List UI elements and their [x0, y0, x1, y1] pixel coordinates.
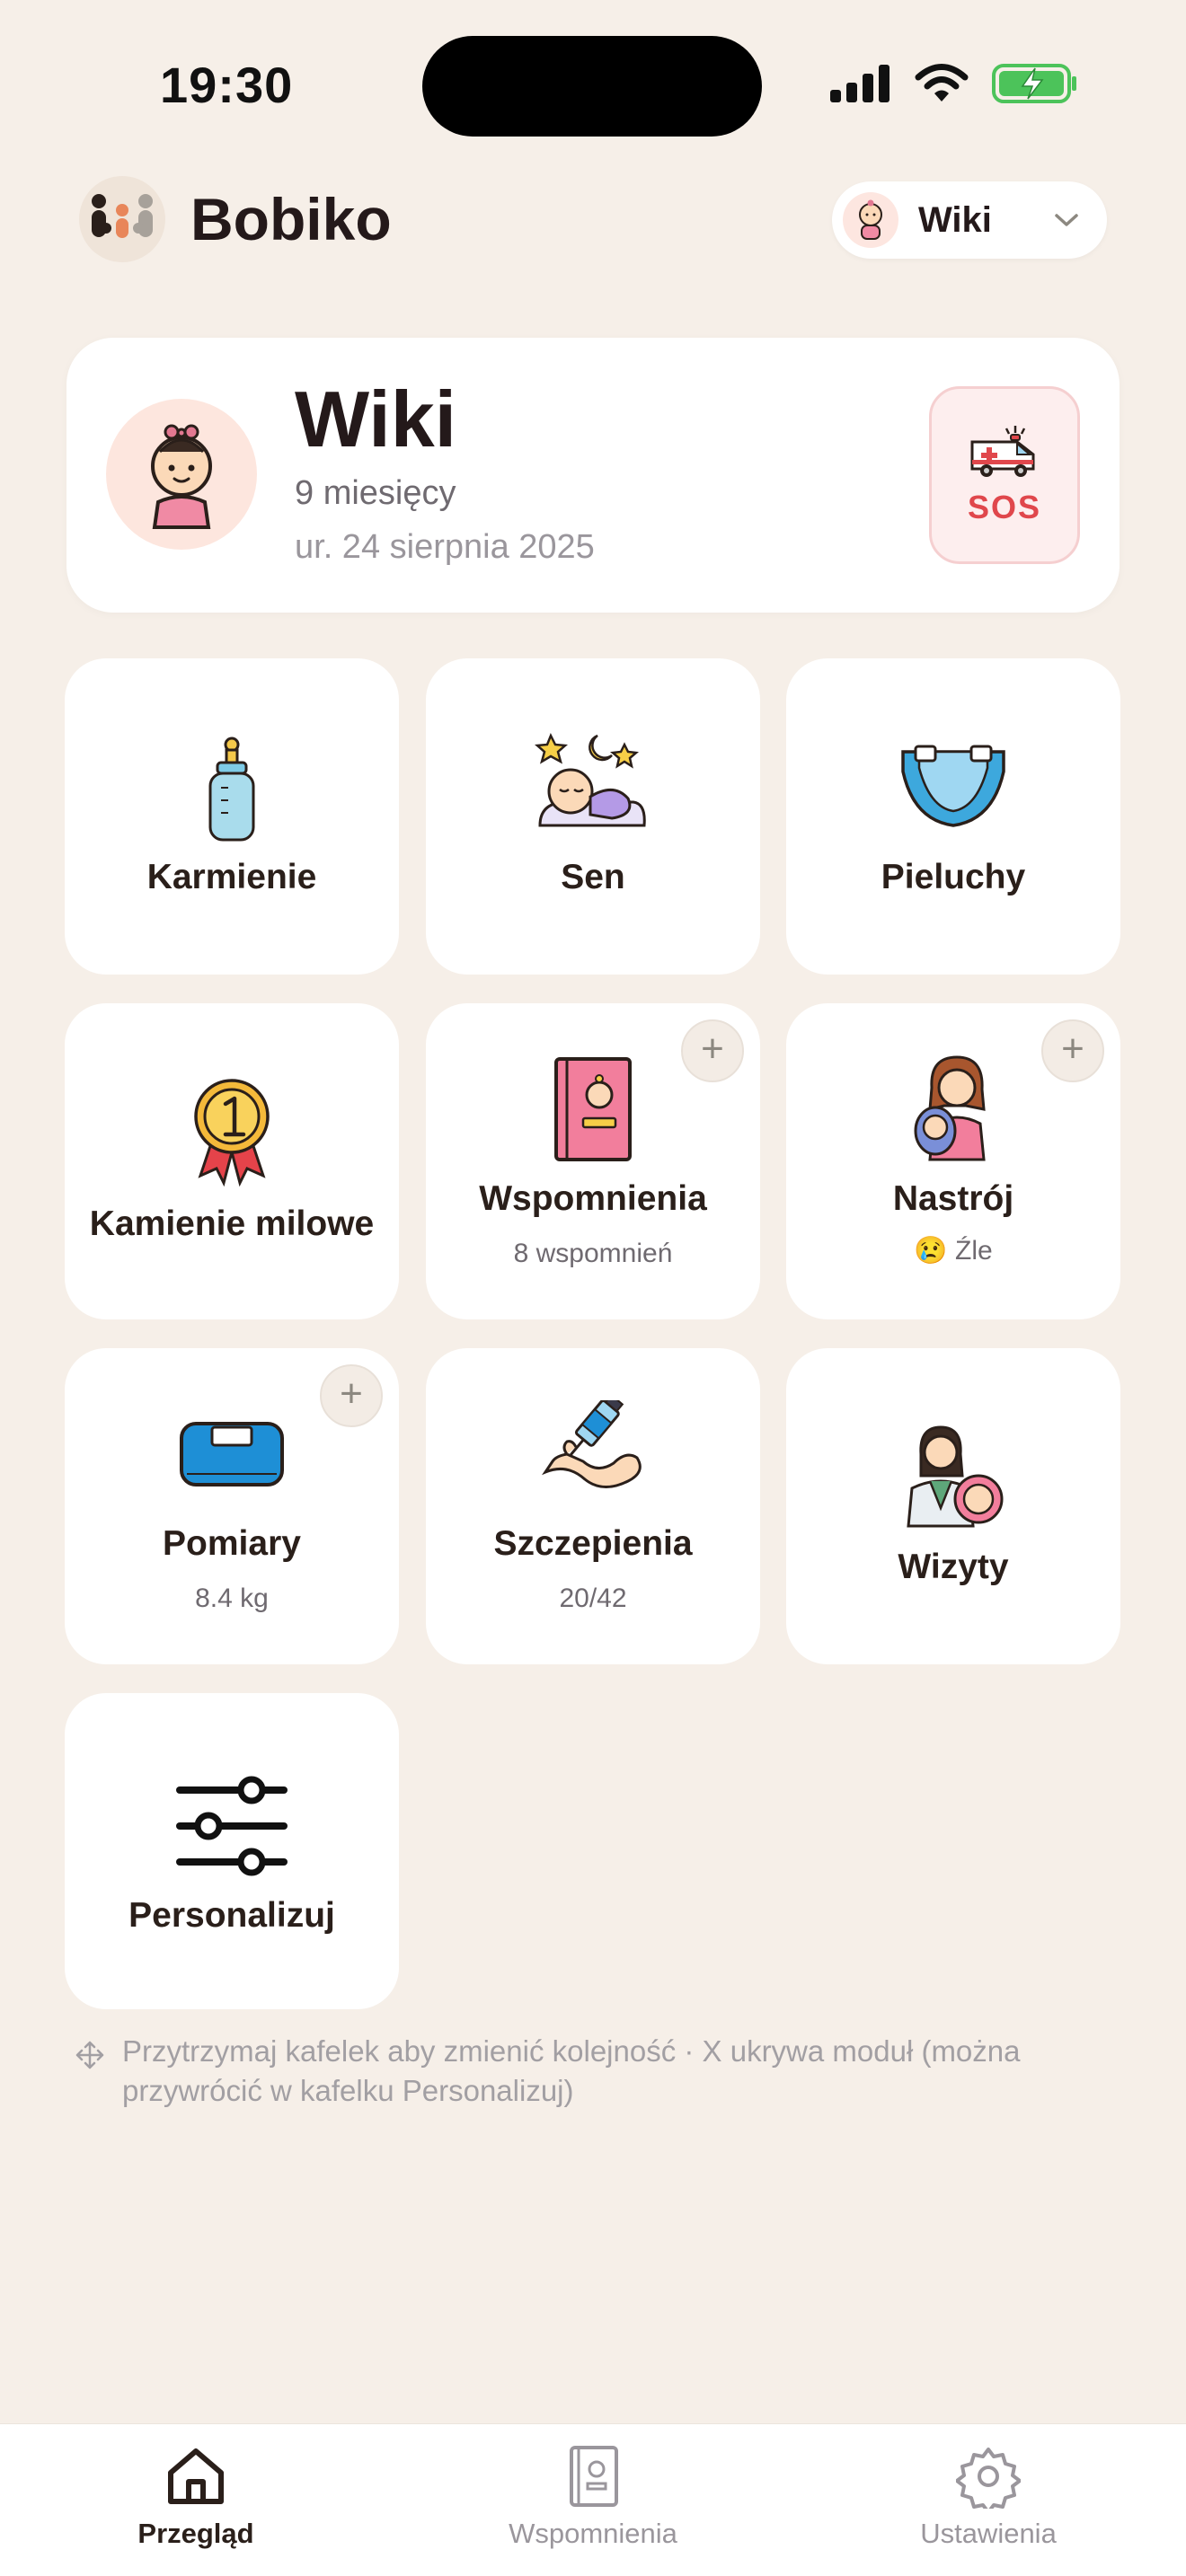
tile-subtitle: 8 wspomnień — [513, 1239, 673, 1268]
tile-title: Pieluchy — [881, 858, 1026, 896]
sliders-icon — [176, 1776, 288, 1876]
diaper-icon — [901, 745, 1005, 827]
tab-wspomnienia[interactable]: Wspomnienia — [467, 2444, 719, 2550]
status-time: 19:30 — [160, 57, 294, 113]
tile-pieluchy[interactable]: Pieluchy — [786, 658, 1120, 975]
app-header: Bobiko Wiki — [79, 171, 1107, 269]
tab-ustawienia[interactable]: Ustawienia — [863, 2444, 1114, 2550]
dynamic-island — [422, 36, 762, 137]
tile-title: Sen — [561, 858, 625, 896]
gear-icon — [956, 2448, 1021, 2509]
tile-kamienie-milowe[interactable]: Kamienie milowe — [65, 1003, 399, 1319]
bobiko-logo-icon — [79, 176, 165, 262]
sos-button[interactable]: SOS — [929, 386, 1080, 564]
child-age: 9 miesięcy — [295, 474, 456, 512]
tile-title: Nastrój — [892, 1179, 1014, 1218]
tile-title: Kamienie milowe — [89, 1204, 375, 1243]
tile-title: Szczepienia — [493, 1524, 693, 1563]
tab-przeglad[interactable]: Przegląd — [70, 2444, 322, 2550]
ambulance-icon — [970, 426, 1035, 477]
tile-wizyty[interactable]: Wizyty — [786, 1348, 1120, 1664]
tile-subtitle: 8.4 kg — [195, 1584, 269, 1613]
tile-title: Karmienie — [146, 858, 317, 896]
medal-icon — [194, 1079, 270, 1187]
tile-subtitle: 😢 Źle — [914, 1236, 993, 1266]
home-icon — [168, 2448, 224, 2504]
child-birth-date: ur. 24 sierpnia 2025 — [295, 528, 595, 566]
tile-wspomnienia[interactable]: + Wspomnienia 8 wspomnień — [426, 1003, 760, 1319]
chevron-down-icon — [1055, 214, 1078, 226]
tab-label: Ustawienia — [920, 2518, 1057, 2549]
child-name: Wiki — [295, 375, 457, 463]
baby-avatar-icon — [106, 399, 257, 550]
status-icons — [830, 63, 1078, 104]
tab-label: Przegląd — [137, 2518, 254, 2549]
child-selector-name: Wiki — [918, 199, 992, 240]
tile-title: Personalizuj — [128, 1896, 335, 1935]
tile-karmienie[interactable]: Karmienie — [65, 658, 399, 975]
vaccine-icon — [542, 1400, 642, 1488]
sleeping-baby-icon — [535, 732, 646, 827]
hint-text: Przytrzymaj kafelek aby zmienić kolejnoś… — [122, 2034, 1021, 2107]
tile-title: Pomiary — [163, 1524, 301, 1563]
battery-charging-icon — [992, 64, 1076, 103]
tab-bar: Przegląd Wspomnienia Ustawienia — [0, 2423, 1186, 2576]
app-brand-title: Bobiko — [190, 186, 392, 252]
child-profile-card[interactable]: Wiki 9 miesięcy ur. 24 sierpnia 2025 SOS — [66, 338, 1120, 613]
baby-bottle-icon — [208, 737, 255, 842]
sos-label: SOS — [967, 489, 1042, 525]
plus-icon: + — [340, 1372, 363, 1416]
tile-title: Wizyty — [898, 1548, 1009, 1586]
tab-label: Wspomnienia — [509, 2518, 677, 2549]
memory-book-icon — [554, 1057, 632, 1161]
tile-title: Wspomnienia — [479, 1179, 707, 1218]
cellular-signal-icon — [830, 65, 890, 102]
status-bar: 19:30 — [0, 0, 1186, 153]
scale-icon — [180, 1422, 284, 1486]
doctor-icon — [907, 1425, 1004, 1528]
wifi-icon — [915, 64, 969, 101]
tile-szczepienia[interactable]: Szczepienia 20/42 — [426, 1348, 760, 1664]
tile-pomiary[interactable]: + Pomiary 8.4 kg — [65, 1348, 399, 1664]
child-selector-dropdown[interactable]: Wiki — [832, 181, 1107, 259]
move-icon — [75, 2041, 104, 2069]
child-avatar-icon — [843, 192, 898, 248]
tile-subtitle: 20/42 — [559, 1584, 627, 1613]
mother-baby-icon — [914, 1055, 986, 1161]
tile-sen[interactable]: Sen — [426, 658, 760, 975]
tile-nastroj[interactable]: + Nastrój 😢 Źle — [786, 1003, 1120, 1319]
tile-personalizuj[interactable]: Personalizuj — [65, 1693, 399, 2009]
memory-book-outline-icon — [570, 2446, 618, 2507]
